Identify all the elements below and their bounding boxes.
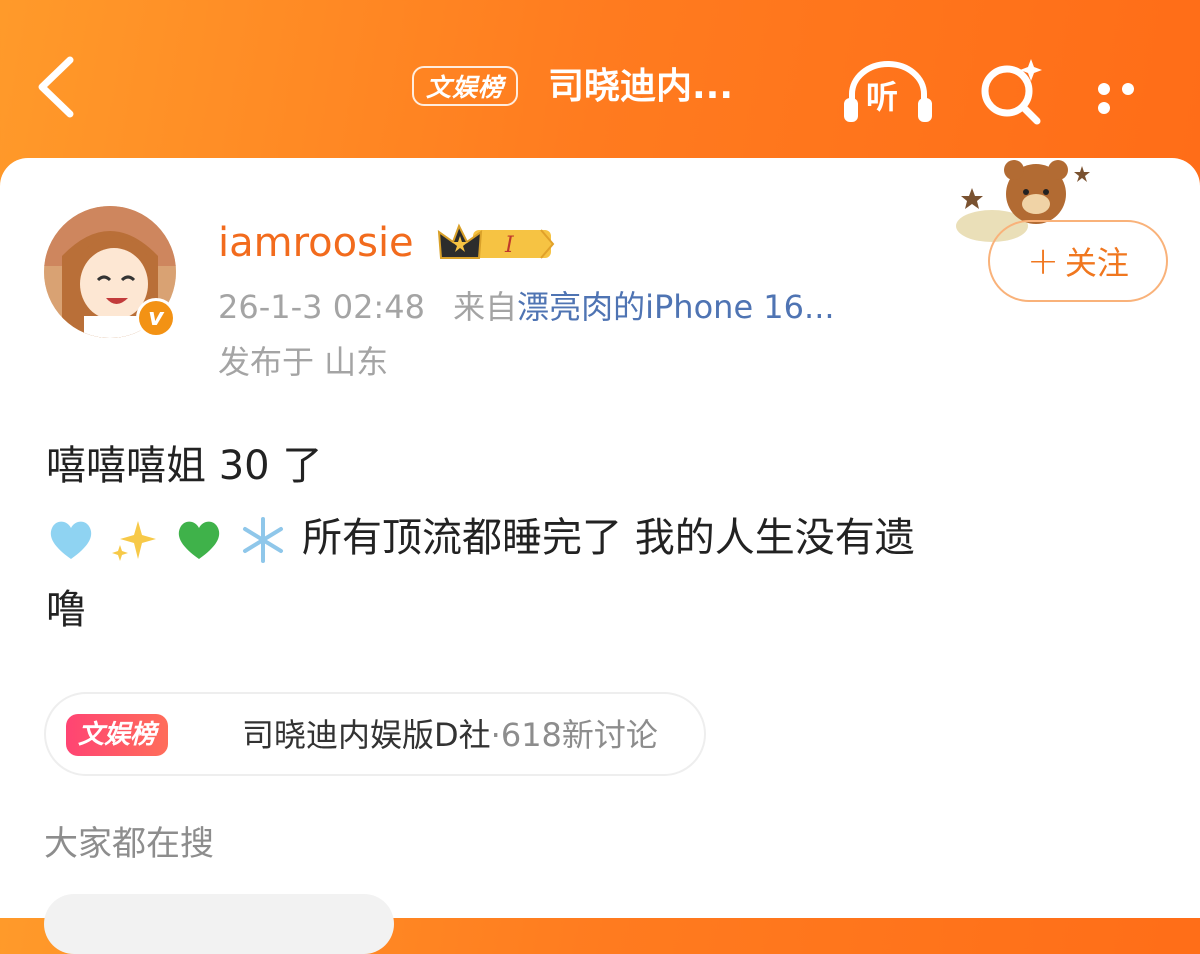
vip-crown-badge-icon[interactable]: I: [437, 222, 557, 264]
source-prefix: 来自: [453, 288, 518, 326]
post-location: 发布于 山东: [218, 343, 389, 381]
content-line: 噜: [46, 587, 86, 633]
listen-label: 听: [866, 78, 899, 116]
light-blue-heart-icon: [50, 521, 92, 559]
dot-icon: [1122, 83, 1134, 95]
follow-button[interactable]: + 关注: [988, 220, 1168, 302]
follow-label: 关注: [1064, 244, 1129, 282]
header-category-tag[interactable]: 文娱榜: [412, 66, 519, 106]
verified-badge-icon: v: [136, 298, 176, 338]
timestamp: 26-1-3 02:48: [218, 288, 425, 326]
plus-icon: +: [1027, 239, 1059, 283]
green-heart-icon: [178, 521, 220, 559]
listen-button[interactable]: 听: [842, 60, 934, 124]
level-badge-text: I: [504, 233, 515, 258]
top-bar: 文娱榜 司晓迪内... 听: [0, 0, 1200, 175]
snowflake-icon: [243, 517, 283, 563]
topic-chip[interactable]: 文娱榜 司晓迪内娱版D社·618新讨论: [44, 692, 706, 776]
sparkles-icon: [112, 521, 156, 561]
post-meta: 26-1-3 02:48 来自漂亮肉的iPhone 16...: [218, 283, 835, 331]
topic-tag: 文娱榜: [66, 714, 169, 756]
topic-name: 司晓迪内娱版D社·618新讨论: [242, 716, 658, 754]
post-card: v iamroosie I 26-1-3 02:48 来自漂亮肉的iPhone …: [0, 158, 1200, 954]
topic-count: ·618新讨论: [490, 716, 658, 754]
username[interactable]: iamroosie: [218, 216, 414, 270]
content-line: 所有顶流都睡完了 我的人生没有遗: [46, 502, 1156, 574]
content-line: 嘻嘻嘻姐 30 了: [46, 443, 323, 489]
post-content: 嘻嘻嘻姐 30 了 所有顶流都睡完了 我的人生没有遗 噜: [46, 430, 1156, 646]
section-title: 大家都在搜: [44, 824, 214, 864]
dot-icon: [1098, 102, 1110, 114]
search-suggestion-chip[interactable]: [44, 894, 394, 954]
dot-icon: [1098, 83, 1110, 95]
source-device-link[interactable]: 漂亮肉的iPhone 16...: [517, 288, 834, 326]
search-icon[interactable]: [975, 55, 1047, 125]
back-icon[interactable]: [30, 52, 90, 122]
page-title: 司晓迪内...: [548, 66, 734, 107]
more-options-icon[interactable]: [1098, 80, 1168, 114]
